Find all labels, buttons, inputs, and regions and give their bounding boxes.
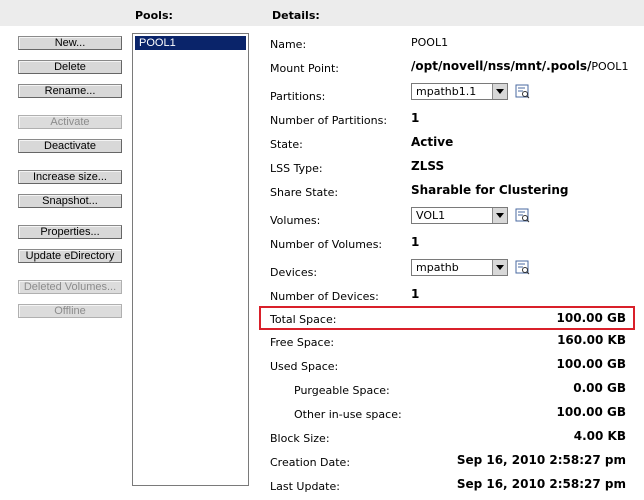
volumes-select[interactable]: VOL1 [411,207,508,224]
increase-size-button[interactable]: Increase size... [18,170,122,184]
partitions-label: Partitions: [270,90,326,103]
mount-point-value: /opt/novell/nss/mnt/.pools/POOL1 [411,59,628,73]
update-edirectory-button[interactable]: Update eDirectory [18,249,122,263]
partitions-select-value: mpathb1.1 [416,85,477,98]
activate-button[interactable]: Activate [18,115,122,129]
free-space-label: Free Space: [270,336,335,349]
num-partitions-label: Number of Partitions: [270,114,388,127]
volumes-select-value: VOL1 [416,209,446,222]
used-space-label: Used Space: [270,360,339,373]
state-value: Active [411,135,454,149]
properties-icon[interactable] [515,84,530,99]
total-space-value: 100.00 GB [556,311,626,325]
state-label: State: [270,138,303,151]
purgeable-space-label: Purgeable Space: [294,384,390,397]
devices-select[interactable]: mpathb [411,259,508,276]
creation-date-label: Creation Date: [270,456,351,469]
new-button[interactable]: New... [18,36,122,50]
chevron-down-icon[interactable] [492,260,507,275]
deleted-volumes-button[interactable]: Deleted Volumes... [18,280,122,294]
share-state-value: Sharable for Clustering [411,183,569,197]
purgeable-space-value: 0.00 GB [573,381,626,395]
block-size-value: 4.00 KB [573,429,626,443]
num-volumes-value: 1 [411,235,420,249]
other-in-use-value: 100.00 GB [556,405,626,419]
snapshot-button[interactable]: Snapshot... [18,194,122,208]
total-space-label: Total Space: [270,313,337,326]
last-update-value: Sep 16, 2010 2:58:27 pm [456,477,626,491]
num-volumes-label: Number of Volumes: [270,238,383,251]
mount-point-label: Mount Point: [270,62,339,75]
block-size-label: Block Size: [270,432,330,445]
share-state-label: Share State: [270,186,339,199]
deactivate-button[interactable]: Deactivate [18,139,122,153]
lss-type-label: LSS Type: [270,162,323,175]
chevron-down-icon[interactable] [492,208,507,223]
num-partitions-value: 1 [411,111,420,125]
partitions-select[interactable]: mpathb1.1 [411,83,508,100]
pool-list-item-selected[interactable]: POOL1 [135,36,246,50]
other-in-use-label: Other in-use space: [294,408,402,421]
free-space-value: 160.00 KB [557,333,626,347]
rename-button[interactable]: Rename... [18,84,122,98]
chevron-down-icon[interactable] [492,84,507,99]
name-label: Name: [270,38,307,51]
devices-select-value: mpathb [416,261,459,274]
used-space-value: 100.00 GB [556,357,626,371]
num-devices-value: 1 [411,287,420,301]
pool-list[interactable]: POOL1 [132,33,249,486]
properties-button[interactable]: Properties... [18,225,122,239]
delete-button[interactable]: Delete [18,60,122,74]
mount-point-pool: POOL1 [591,60,629,73]
name-value: POOL1 [411,36,449,49]
properties-icon[interactable] [515,260,530,275]
devices-label: Devices: [270,266,318,279]
last-update-label: Last Update: [270,480,340,493]
volumes-label: Volumes: [270,214,321,227]
num-devices-label: Number of Devices: [270,290,379,303]
header-bar: Pools: Details: [0,0,644,26]
properties-icon[interactable] [515,208,530,223]
creation-date-value: Sep 16, 2010 2:58:27 pm [456,453,626,467]
mount-point-path: /opt/novell/nss/mnt/.pools/ [411,59,592,73]
pools-header: Pools: [135,9,173,22]
lss-type-value: ZLSS [411,159,445,173]
offline-button[interactable]: Offline [18,304,122,318]
details-header: Details: [272,9,320,22]
